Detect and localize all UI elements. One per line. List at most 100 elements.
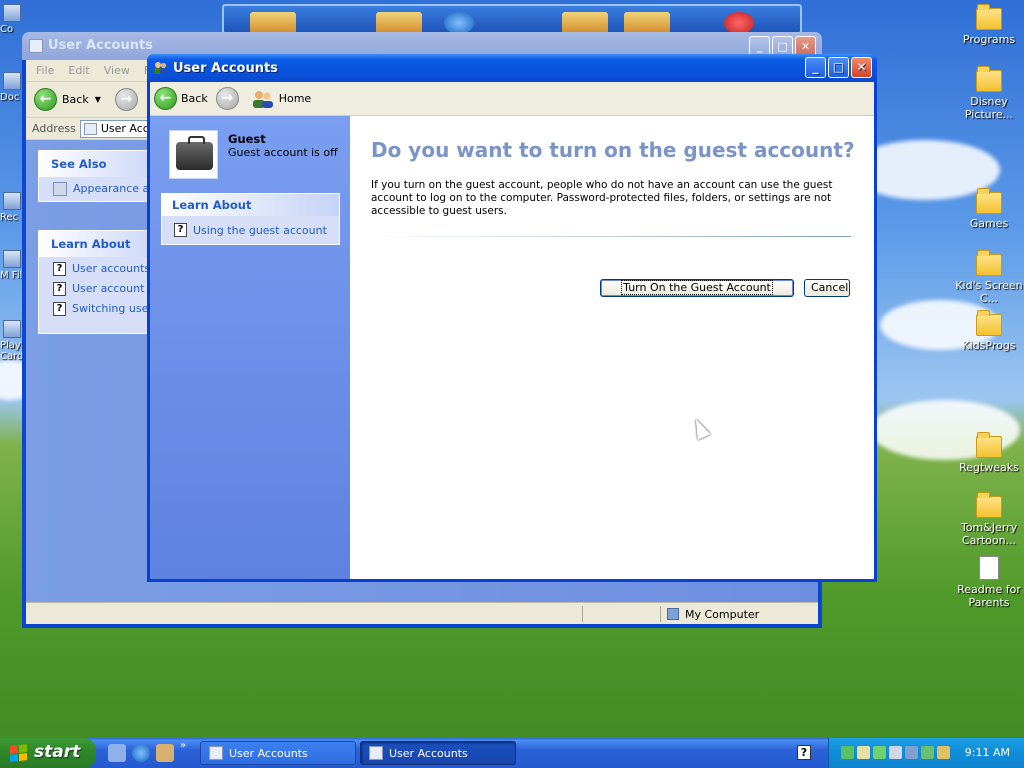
toolbar-app-icon[interactable] <box>562 12 608 34</box>
close-button[interactable]: ✕ <box>851 57 872 78</box>
computer-icon <box>3 4 21 22</box>
account-status: Guest account is off <box>228 146 338 159</box>
learn-about-item[interactable]: ? Using the guest account <box>162 216 339 244</box>
taskbar-item[interactable]: User Accounts <box>200 741 356 765</box>
taskbar-item-active[interactable]: User Accounts <box>360 741 516 765</box>
folder-icon <box>3 72 21 90</box>
window-title: User Accounts <box>48 38 153 53</box>
window-title: User Accounts <box>173 61 278 76</box>
toolbar-app-icon[interactable] <box>376 12 422 34</box>
briefcase-icon <box>169 130 218 179</box>
user-accounts-icon <box>369 746 383 760</box>
toolbar: ← Back → Home <box>150 82 874 116</box>
cancel-button[interactable]: Cancel <box>804 279 850 297</box>
chevron-right-icon[interactable]: » <box>180 740 190 758</box>
chevron-down-icon[interactable]: ▼ <box>95 95 101 104</box>
desktop-icon-programs[interactable]: Programs <box>954 4 1024 46</box>
tray-icon[interactable] <box>889 746 902 759</box>
desktop-icon-regtweaks[interactable]: Regtweaks <box>954 432 1024 474</box>
description-text: If you turn on the guest account, people… <box>371 179 833 217</box>
forward-arrow-icon[interactable]: → <box>215 87 239 110</box>
window-titlebar[interactable]: User Accounts _ □ ✕ <box>147 54 877 82</box>
turn-on-guest-button[interactable]: Turn On the Guest Account <box>600 279 794 297</box>
forward-arrow-icon[interactable]: → <box>114 88 138 111</box>
folder-icon <box>976 432 1002 458</box>
page-title: Do you want to turn on the guest account… <box>371 138 855 162</box>
user-accounts-icon <box>154 62 167 74</box>
tray-icon[interactable] <box>841 746 854 759</box>
user-accounts-window: User Accounts _ □ ✕ ← Back → Home Guest … <box>147 54 877 582</box>
menu-view[interactable]: View <box>104 64 130 81</box>
desktop-icon-readme[interactable]: Readme for Parents <box>954 556 1024 609</box>
minimize-button[interactable]: _ <box>805 57 826 78</box>
document-icon <box>979 556 999 580</box>
divider <box>371 236 851 237</box>
maximize-button[interactable]: □ <box>828 57 849 78</box>
help-icon: ? <box>53 261 66 276</box>
home-users-icon[interactable] <box>251 89 275 109</box>
desktop-icon-games[interactable]: Games <box>954 188 1024 230</box>
media-icon <box>3 250 21 268</box>
menu-edit[interactable]: Edit <box>68 64 89 81</box>
left-task-pane: Guest Guest account is off Learn About ?… <box>150 116 350 579</box>
folder-icon <box>976 492 1002 518</box>
cards-icon <box>3 320 21 338</box>
internet-explorer-icon[interactable] <box>132 744 150 762</box>
quicklaunch-icon[interactable] <box>156 744 174 762</box>
desktop-icon-stub[interactable]: Doc <box>0 72 24 103</box>
help-icon: ? <box>53 301 66 316</box>
folder-icon <box>976 66 1002 92</box>
learn-about-panel: Learn About ? Using the guest account <box>161 193 340 245</box>
quicklaunch-icon[interactable] <box>108 744 126 762</box>
tray-icon[interactable] <box>857 746 870 759</box>
tray-icon[interactable] <box>905 746 918 759</box>
tray-icon[interactable] <box>873 746 886 759</box>
system-tray: 9:11 AM <box>828 738 1024 768</box>
home-button-label[interactable]: Home <box>279 92 311 105</box>
desktop-icon-kids-screen[interactable]: Kid's Screen C... <box>954 250 1024 305</box>
desktop-icon-tomjerry[interactable]: Tom&Jerry Cartoon... <box>954 492 1024 547</box>
folder-icon <box>976 310 1002 336</box>
desktop-icon-stub[interactable]: Co <box>0 4 24 35</box>
toolbar-app-icon[interactable] <box>444 12 474 34</box>
main-content: Do you want to turn on the guest account… <box>350 116 874 579</box>
desktop-icon-stub[interactable]: Play Card <box>0 320 24 362</box>
user-accounts-icon <box>83 122 97 135</box>
address-label: Address <box>32 122 76 135</box>
desktop-icon-kidsprogs[interactable]: KidsProgs <box>954 310 1024 352</box>
help-icon: ? <box>174 223 187 237</box>
desktop-icon-stub[interactable]: M Fil <box>0 250 24 281</box>
folder-icon <box>976 250 1002 276</box>
my-computer-icon <box>667 608 679 620</box>
toolbar-app-icon[interactable] <box>250 12 296 34</box>
windows-logo-icon <box>10 744 27 762</box>
top-toolbar-strip <box>222 4 802 34</box>
desktop-icon-disney[interactable]: Disney Picture... <box>954 66 1024 121</box>
back-button-label[interactable]: Back <box>62 93 89 106</box>
guest-account-card: Guest Guest account is off <box>169 130 338 179</box>
back-arrow-icon[interactable]: ← <box>154 87 177 110</box>
status-bar: My Computer <box>26 602 818 624</box>
desktop-icon-stub[interactable]: Rec <box>0 192 24 223</box>
taskbar: start » User Accounts User Accounts ? 9:… <box>0 738 1024 768</box>
folder-icon <box>976 188 1002 214</box>
start-button[interactable]: start <box>0 738 96 768</box>
account-name: Guest <box>228 132 266 146</box>
user-accounts-icon <box>29 39 43 53</box>
folder-icon <box>976 4 1002 30</box>
status-cell <box>582 606 658 622</box>
help-icon: ? <box>53 281 66 296</box>
learn-about-heading: Learn About <box>162 194 339 216</box>
back-arrow-icon[interactable]: ← <box>34 88 57 111</box>
user-accounts-icon <box>209 746 223 760</box>
back-button-label[interactable]: Back <box>181 92 208 105</box>
recycle-bin-icon <box>3 192 21 210</box>
tray-icon[interactable] <box>937 746 950 759</box>
clock[interactable]: 9:11 AM <box>965 746 1010 759</box>
help-icon[interactable]: ? <box>797 745 811 760</box>
appearance-icon <box>53 181 67 196</box>
toolbar-app-icon[interactable] <box>624 12 670 34</box>
menu-file[interactable]: File <box>36 64 54 81</box>
toolbar-app-icon[interactable] <box>724 12 754 34</box>
tray-icon[interactable] <box>921 746 934 759</box>
